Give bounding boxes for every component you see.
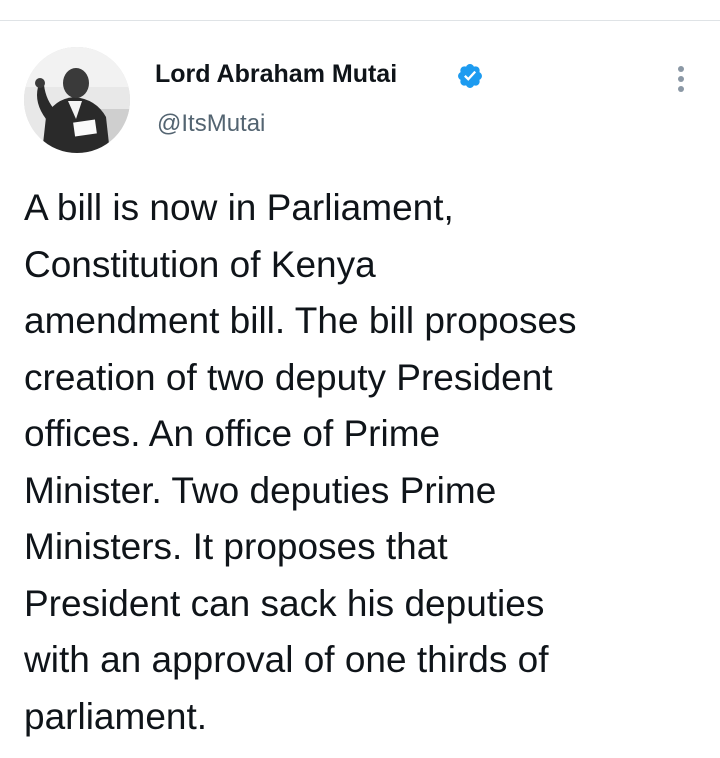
avatar-photo <box>24 47 130 153</box>
tweet-text-line: President can sack his deputies <box>24 582 545 624</box>
tweet-text-line: offices. An office of Prime <box>24 413 441 454</box>
tweet-text-line: with an approval of one thirds of <box>24 639 549 680</box>
tweet-text-line: Ministers. It proposes that <box>24 526 448 567</box>
verified-badge-icon <box>458 64 482 88</box>
tweet-text: A bill is now in Parliament, Constitutio… <box>24 180 704 745</box>
author-handle[interactable]: @ItsMutai <box>157 109 265 139</box>
tweet-text-line: amendment bill. The bill proposes <box>24 300 577 341</box>
tweet-text-line: parliament. <box>24 695 208 737</box>
author-avatar[interactable] <box>24 47 130 153</box>
tweet-text-line: creation of two deputy President <box>24 356 553 398</box>
more-options-icon[interactable] <box>665 61 697 97</box>
tweet[interactable]: Lord Abraham Mutai @ItsMutai A bill is n… <box>0 21 720 758</box>
author-display-name[interactable]: Lord Abraham Mutai <box>155 59 397 89</box>
tweet-text-line: A bill is now in Parliament, <box>24 187 454 228</box>
tweet-text-line: Minister. Two deputies Prime <box>24 469 497 511</box>
tweet-text-line: Constitution of Kenya <box>24 243 376 285</box>
